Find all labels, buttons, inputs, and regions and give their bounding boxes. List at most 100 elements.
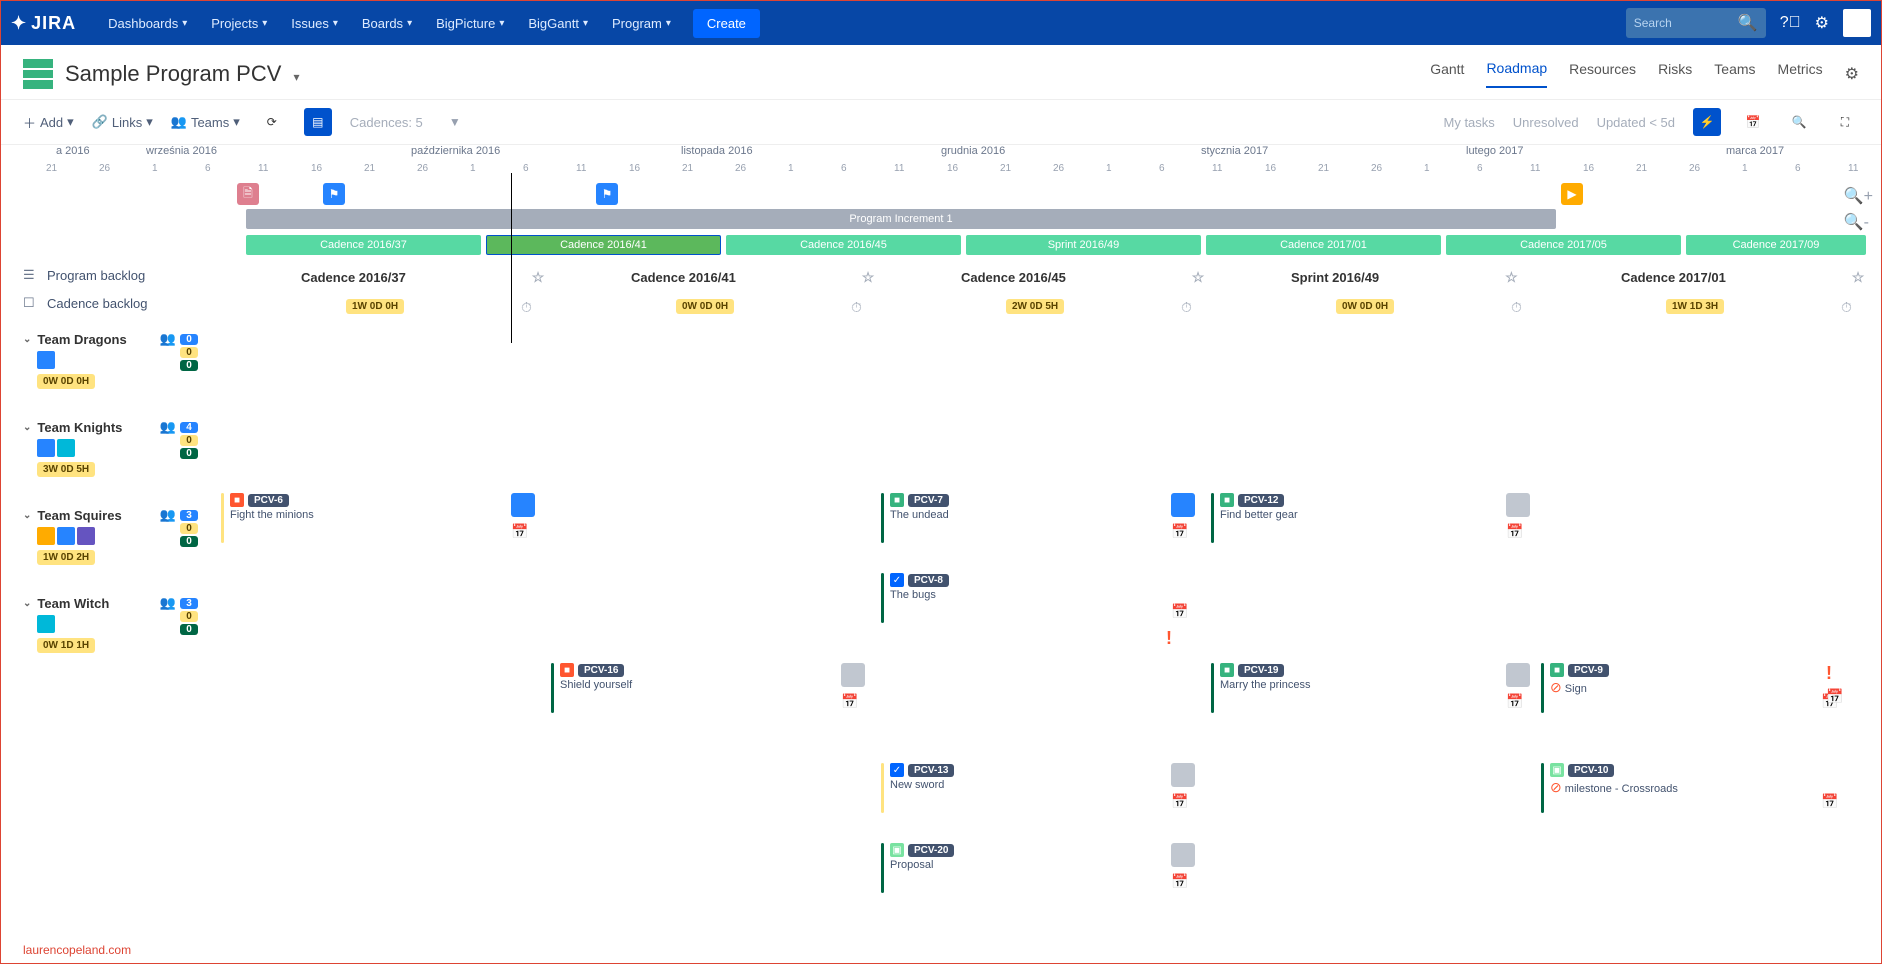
team-header[interactable]: ⌄ Team Dragons 👥0 bbox=[23, 331, 198, 347]
page-title[interactable]: Sample Program PCV ▾ bbox=[65, 61, 300, 87]
issue-card[interactable]: ■PCV-7 The undead bbox=[881, 493, 949, 543]
timeline-marker[interactable]: 🗎 bbox=[237, 183, 259, 205]
cadence-bar[interactable]: Cadence 2016/41 bbox=[486, 235, 721, 255]
issue-card[interactable]: ■PCV-19 Marry the princess bbox=[1211, 663, 1310, 713]
column-headers: Cadence 2016/37 ☆Cadence 2016/41 ☆Cadenc… bbox=[1, 269, 1881, 299]
star-icon[interactable]: ☆ bbox=[1192, 269, 1205, 286]
tab-risks[interactable]: Risks bbox=[1658, 61, 1692, 87]
timeline-marker[interactable]: ⚑ bbox=[596, 183, 618, 205]
nav-item-dashboards[interactable]: Dashboards ▾ bbox=[96, 16, 199, 31]
team-avatar[interactable] bbox=[37, 351, 55, 369]
day-label: 6 bbox=[841, 163, 847, 174]
links-button[interactable]: 🔗 Links ▾ bbox=[92, 114, 153, 130]
timeline-marker[interactable]: ▶ bbox=[1561, 183, 1583, 205]
clock-icon: ⏱ bbox=[1181, 299, 1192, 316]
team-avatar[interactable] bbox=[57, 527, 75, 545]
settings-icon[interactable]: ⚙ bbox=[1815, 13, 1829, 33]
help-icon[interactable]: ?⃝ bbox=[1780, 14, 1801, 32]
issue-card[interactable]: ■PCV-16 Shield yourself bbox=[551, 663, 632, 713]
nav-item-projects[interactable]: Projects ▾ bbox=[199, 16, 279, 31]
issue-card[interactable]: ✓PCV-13 New sword bbox=[881, 763, 954, 813]
nav-item-boards[interactable]: Boards ▾ bbox=[350, 16, 424, 31]
toolbar: ＋ Add ▾ 🔗 Links ▾ 👥 Teams ▾ ⟳ ▤ Cadences… bbox=[1, 100, 1881, 145]
cadence-bar[interactable]: Sprint 2016/49 bbox=[966, 235, 1201, 255]
star-icon[interactable]: ☆ bbox=[1852, 269, 1865, 286]
calendar-icon[interactable]: 📅 bbox=[1739, 108, 1767, 136]
tab-metrics[interactable]: Metrics bbox=[1778, 61, 1823, 87]
assignee-avatar[interactable] bbox=[511, 493, 535, 517]
day-label: 11 bbox=[894, 163, 904, 174]
assignee-avatar[interactable] bbox=[1171, 493, 1195, 517]
cadence-bar[interactable]: Cadence 2016/37 bbox=[246, 235, 481, 255]
program-icon bbox=[23, 59, 53, 89]
issue-card[interactable]: ■PCV-12 Find better gear bbox=[1211, 493, 1298, 543]
nav-item-program[interactable]: Program ▾ bbox=[600, 16, 683, 31]
calendar-icon: 📅 bbox=[1171, 873, 1188, 890]
filter-updated[interactable]: Updated < 5d bbox=[1597, 115, 1675, 130]
tab-teams[interactable]: Teams bbox=[1714, 61, 1755, 87]
search-toolbar-icon[interactable]: 🔍 bbox=[1785, 108, 1813, 136]
issue-card[interactable]: ■PCV-6 Fight the minions bbox=[221, 493, 314, 543]
team-header[interactable]: ⌄ Team Witch 👥3 bbox=[23, 595, 198, 611]
team-avatar[interactable] bbox=[37, 615, 55, 633]
tab-roadmap[interactable]: Roadmap bbox=[1486, 60, 1547, 88]
team-avatar[interactable] bbox=[37, 439, 55, 457]
cadence-bar[interactable]: Cadence 2017/09 bbox=[1686, 235, 1866, 255]
timeline-marker[interactable]: ⚑ bbox=[323, 183, 345, 205]
nav-item-bigpicture[interactable]: BigPicture ▾ bbox=[424, 16, 516, 31]
assignee-avatar[interactable] bbox=[1171, 843, 1195, 867]
assignee-avatar[interactable] bbox=[1171, 763, 1195, 787]
issue-card[interactable]: ■PCV-9 ⊘ Sign bbox=[1541, 663, 1609, 713]
day-label: 11 bbox=[1530, 163, 1540, 174]
program-backlog[interactable]: ☰Program backlog bbox=[23, 261, 198, 289]
day-label: 26 bbox=[1053, 163, 1064, 174]
tab-resources[interactable]: Resources bbox=[1569, 61, 1636, 87]
team-avatar[interactable] bbox=[37, 527, 55, 545]
cadence-bar[interactable]: Cadence 2017/05 bbox=[1446, 235, 1681, 255]
create-button[interactable]: Create bbox=[693, 9, 760, 38]
zoom-in-icon[interactable]: 🔍+ bbox=[1844, 186, 1873, 206]
filter-unresolved[interactable]: Unresolved bbox=[1513, 115, 1579, 130]
nav-item-issues[interactable]: Issues ▾ bbox=[279, 16, 350, 31]
star-icon[interactable]: ☆ bbox=[532, 269, 545, 286]
search-box[interactable]: 🔍 bbox=[1626, 8, 1766, 38]
zoom-out-icon[interactable]: 🔍- bbox=[1844, 212, 1873, 232]
cadence-bar[interactable]: Cadence 2017/01 bbox=[1206, 235, 1441, 255]
cadence-bar[interactable]: Cadence 2016/45 bbox=[726, 235, 961, 255]
team-header[interactable]: ⌄ Team Knights 👥4 bbox=[23, 419, 198, 435]
program-increment-bar[interactable]: Program Increment 1 bbox=[246, 209, 1556, 229]
filter-my-tasks[interactable]: My tasks bbox=[1444, 115, 1495, 130]
search-icon[interactable]: 🔍 bbox=[1738, 13, 1758, 33]
gear-icon[interactable]: ⚙ bbox=[1845, 64, 1859, 84]
add-button[interactable]: ＋ Add ▾ bbox=[23, 113, 74, 132]
cadence-backlog[interactable]: ☐Cadence backlog bbox=[23, 289, 198, 317]
nav-item-biggantt[interactable]: BigGantt ▾ bbox=[516, 16, 600, 31]
cadence-icon: ☐ bbox=[23, 295, 39, 311]
issue-card[interactable]: ▣PCV-20 Proposal bbox=[881, 843, 954, 893]
topnav-right: 🔍 ?⃝ ⚙ bbox=[1626, 8, 1871, 38]
search-input[interactable] bbox=[1634, 16, 1734, 30]
issue-card[interactable]: ✓PCV-8 The bugs bbox=[881, 573, 949, 623]
star-icon[interactable]: ☆ bbox=[1505, 269, 1518, 286]
team-avatar[interactable] bbox=[77, 527, 95, 545]
flash-button[interactable]: ⚡ bbox=[1693, 108, 1721, 136]
fullscreen-icon[interactable]: ⛶ bbox=[1831, 108, 1859, 136]
layout-button[interactable]: ▤ bbox=[304, 108, 332, 136]
refresh-icon[interactable]: ⟳ bbox=[258, 108, 286, 136]
assignee-avatar[interactable] bbox=[1506, 663, 1530, 687]
month-label: marca 2017 bbox=[1726, 145, 1784, 157]
clock-icon: ⏱ bbox=[851, 299, 862, 316]
star-icon[interactable]: ☆ bbox=[862, 269, 875, 286]
issue-card[interactable]: ▣PCV-10 ⊘ milestone - Crossroads bbox=[1541, 763, 1678, 813]
team-header[interactable]: ⌄ Team Squires 👥3 bbox=[23, 507, 198, 523]
filter-icon[interactable]: ▼ bbox=[441, 108, 469, 136]
teams-button[interactable]: 👥 Teams ▾ bbox=[171, 114, 240, 130]
user-avatar[interactable] bbox=[1843, 9, 1871, 37]
assignee-avatar[interactable] bbox=[841, 663, 865, 687]
team-avatar[interactable] bbox=[57, 439, 75, 457]
jira-logo[interactable]: ✦JIRA bbox=[11, 13, 76, 34]
assignee-avatar[interactable] bbox=[1506, 493, 1530, 517]
cadences-label[interactable]: Cadences: 5 bbox=[350, 115, 423, 130]
day-label: 21 bbox=[1318, 163, 1329, 174]
tab-gantt[interactable]: Gantt bbox=[1430, 61, 1464, 87]
